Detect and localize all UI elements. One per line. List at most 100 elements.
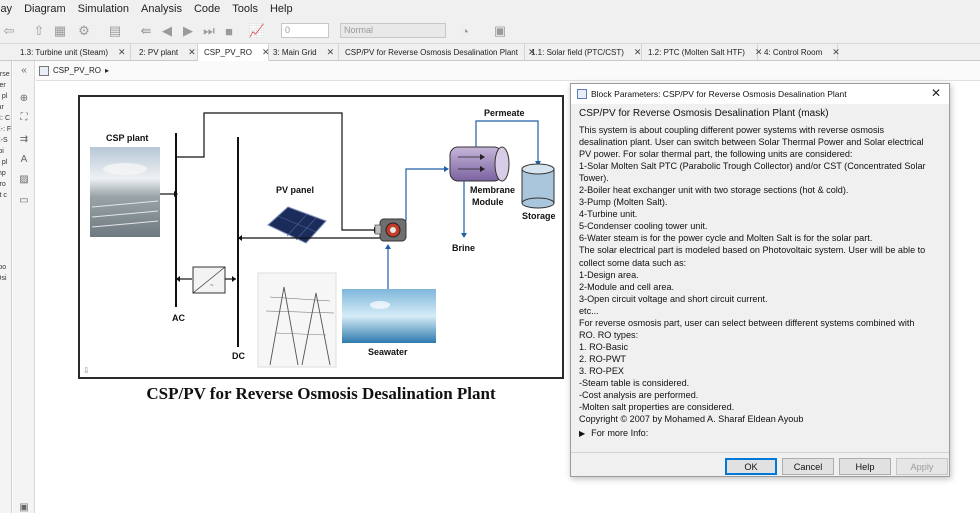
- hide-browser-icon[interactable]: «: [18, 64, 30, 76]
- tab-ptc-molten-salt[interactable]: 1.2: PTC (Molten Salt HTF) ✕: [642, 44, 762, 61]
- back-arrow-icon[interactable]: ⇦: [2, 22, 16, 40]
- image-icon[interactable]: ▨: [18, 173, 30, 185]
- description-line: 3-Pump (Molten Salt).: [579, 197, 668, 208]
- model-browser-item[interactable]: cro: [0, 179, 11, 190]
- breadcrumb-arrow-icon[interactable]: ▸: [105, 66, 109, 75]
- mask-header: CSP/PV for Reverse Osmosis Desalination …: [579, 108, 829, 119]
- close-icon[interactable]: ✕: [327, 47, 335, 58]
- model-browser-item[interactable]: erse: [0, 69, 11, 80]
- tab-solar-field[interactable]: 1.1: Solar field (PTC/CST) ✕: [525, 44, 642, 61]
- screenshot-icon[interactable]: ▣: [18, 501, 30, 513]
- description-line: -Molten salt properties are considered.: [579, 402, 735, 413]
- library-icon[interactable]: ▦: [52, 22, 68, 40]
- stop-icon[interactable]: ■: [222, 22, 236, 40]
- stop-time-input[interactable]: 0: [281, 23, 329, 38]
- model-browser-item[interactable]: X-: F: [0, 124, 11, 135]
- model-browser-item[interactable]: o pl: [0, 91, 11, 102]
- fit-view-icon[interactable]: ⛶: [18, 111, 30, 123]
- menu-code[interactable]: Code: [188, 3, 226, 15]
- scope-icon[interactable]: 📈: [248, 22, 266, 40]
- cancel-button[interactable]: Cancel: [782, 458, 834, 475]
- system-diagram-block[interactable]: CSP plant AC DC ~ PV panel Seawater Memb…: [78, 95, 564, 379]
- description-line: -Steam table is considered.: [579, 377, 690, 388]
- membrane-label: Membrane: [470, 185, 515, 195]
- help-button[interactable]: Help: [839, 458, 891, 475]
- close-icon[interactable]: ✕: [118, 47, 126, 58]
- model-browser-item[interactable]: Osi: [0, 273, 11, 284]
- tab-control-room[interactable]: 4: Control Room ✕: [758, 44, 840, 61]
- description-line: 1. RO-Basic: [579, 341, 629, 352]
- menu-view[interactable]: lay: [0, 3, 18, 15]
- close-icon[interactable]: ✕: [929, 86, 943, 100]
- model-browser-item[interactable]: o pl: [0, 157, 11, 168]
- model-browser-item[interactable]: rbi: [0, 146, 11, 157]
- gear-icon[interactable]: ⚙: [76, 22, 92, 40]
- description-line: Copyright © 2007 by Mohamed A. Sharaf El…: [579, 414, 804, 425]
- debug-icon[interactable]: ▣: [492, 22, 508, 40]
- close-icon[interactable]: ✕: [832, 47, 840, 58]
- model-browser: erse ver o pl lar C: C X-: F X-S rbi o p…: [0, 61, 12, 513]
- storage-label: Storage: [522, 211, 556, 221]
- breadcrumb-model[interactable]: CSP_PV_RO: [53, 66, 101, 75]
- menu-tools[interactable]: Tools: [226, 3, 264, 15]
- model-browser-item[interactable]: it: [0, 251, 11, 262]
- membrane-module-image: [449, 146, 510, 182]
- model-browser-item[interactable]: lar: [0, 102, 11, 113]
- brine-label: Brine: [452, 243, 475, 253]
- description-line: 2-Boiler heat exchanger unit with two st…: [579, 185, 849, 196]
- tab-csp-pv-ro-desalination[interactable]: CSP/PV for Reverse Osmosis Desalination …: [339, 44, 536, 61]
- expand-triangle-icon[interactable]: ▶: [579, 429, 585, 438]
- simulation-mode-select[interactable]: Normal: [340, 23, 446, 38]
- tab-turbine-unit[interactable]: 1.3: Turbine unit (Steam) ✕: [0, 44, 131, 61]
- dialog-separator: [571, 452, 949, 453]
- menu-help[interactable]: Help: [264, 3, 299, 15]
- dc-label: DC: [232, 351, 245, 361]
- step-back-icon[interactable]: ⇚: [138, 22, 154, 40]
- model-browser-item[interactable]: C: C: [0, 113, 11, 124]
- mask-arrow-icon[interactable]: ⇩: [83, 366, 90, 375]
- zoom-icon[interactable]: ⊕: [18, 92, 30, 104]
- apply-button[interactable]: Apply: [896, 458, 948, 475]
- annotation-icon[interactable]: A: [18, 153, 30, 165]
- ok-button[interactable]: OK: [725, 458, 777, 475]
- description-line: For reverse osmosis part, user can selec…: [579, 317, 915, 328]
- model-browser-item[interactable]: ver: [0, 80, 11, 91]
- description-line: Tower).: [579, 173, 609, 184]
- area-icon[interactable]: ▭: [18, 194, 30, 206]
- step-forward-icon[interactable]: ⏭: [202, 22, 216, 40]
- menu-analysis[interactable]: Analysis: [135, 3, 188, 15]
- close-icon[interactable]: ✕: [188, 47, 196, 58]
- run-icon[interactable]: ▶: [180, 22, 196, 40]
- arrow-right-icon[interactable]: ⇉: [18, 133, 30, 145]
- model-advisor-icon[interactable]: ◔: [457, 22, 473, 40]
- grid-tower-image: [257, 272, 337, 368]
- close-icon[interactable]: ✕: [634, 47, 642, 58]
- model-browser-item[interactable]: st c: [0, 190, 11, 201]
- menu-diagram[interactable]: Diagram: [18, 3, 72, 15]
- diagram-caption: CSP/PV for Reverse Osmosis Desalination …: [146, 384, 496, 403]
- dialog-title: Block Parameters: CSP/PV for Reverse Osm…: [591, 89, 847, 99]
- more-info-toggle[interactable]: ▶ For more Info:: [579, 428, 648, 438]
- model-browser-item[interactable]: roo: [0, 262, 11, 273]
- seawater-image: [342, 289, 436, 343]
- model-browser-item[interactable]: X-S: [0, 135, 11, 146]
- tab-bar: 1.3: Turbine unit (Steam) ✕ 2: PV plant ✕ …: [0, 44, 980, 61]
- menu-simulation[interactable]: Simulation: [72, 3, 135, 15]
- description-line: 2. RO-PWT: [579, 353, 626, 364]
- pump-image: [374, 218, 407, 242]
- block-parameters-dialog: Block Parameters: CSP/PV for Reverse Osm…: [570, 83, 950, 477]
- pv-panel-label: PV panel: [276, 185, 314, 195]
- model-browser-item[interactable]: mp: [0, 168, 11, 179]
- description-line: 3. RO-PEX: [579, 365, 624, 376]
- dialog-title-bar[interactable]: Block Parameters: CSP/PV for Reverse Osm…: [571, 84, 949, 104]
- up-arrow-icon[interactable]: ⇧: [32, 22, 46, 40]
- tab-pv-plant[interactable]: 2: PV plant ✕: [131, 44, 198, 61]
- description-line: The solar electrical part is modeled bas…: [579, 245, 926, 256]
- tab-main-grid[interactable]: 3: Main Grid ✕: [269, 44, 339, 61]
- rewind-icon[interactable]: ◀: [160, 22, 174, 40]
- model-config-icon[interactable]: ▤: [108, 22, 122, 40]
- description-line: etc...: [579, 305, 599, 316]
- description-line: 3-Open circuit voltage and short circuit…: [579, 293, 768, 304]
- tab-csp-pv-ro[interactable]: CSP_PV_RO ✕: [198, 44, 270, 61]
- description-line: 5-Condenser cooling tower unit.: [579, 221, 708, 232]
